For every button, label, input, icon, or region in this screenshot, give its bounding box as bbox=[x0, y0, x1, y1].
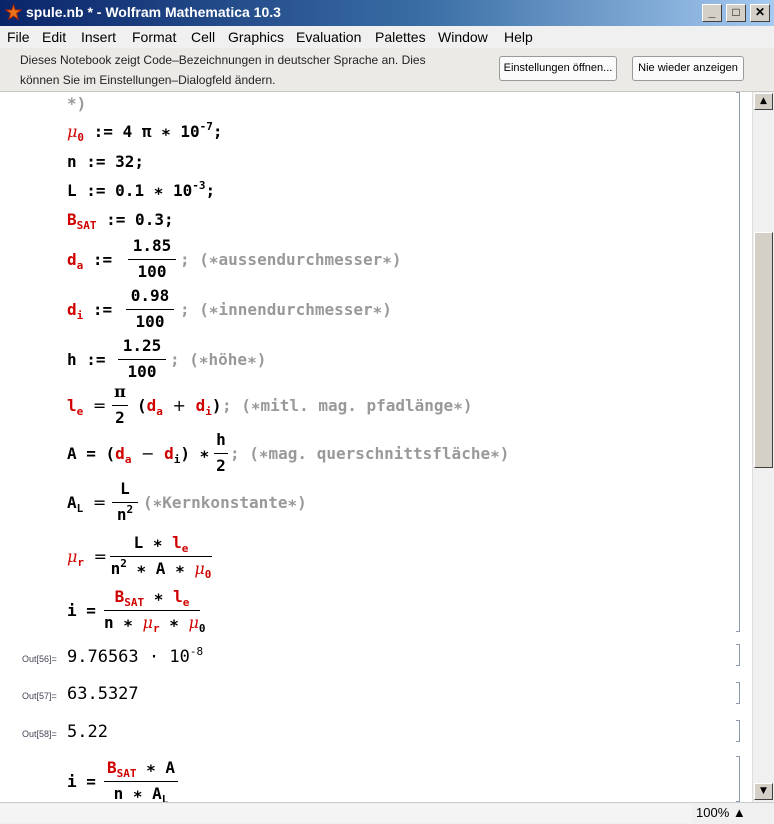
fraction-L-n2: L n2 bbox=[112, 479, 138, 527]
line-da: da := bbox=[67, 250, 113, 272]
input-cell-bracket-2[interactable] bbox=[736, 756, 740, 802]
open-settings-button[interactable]: Einstellungen öffnen... bbox=[499, 56, 617, 81]
line-mur: μr = bbox=[67, 547, 108, 569]
comment-h: ; (∗höhe∗) bbox=[170, 350, 267, 369]
fraction-h: 1.25 100 bbox=[118, 336, 166, 384]
output-cell-bracket-56[interactable] bbox=[736, 644, 740, 666]
title-bar: spule.nb * - Wolfram Mathematica 10.3 _ … bbox=[0, 0, 774, 26]
menu-insert[interactable]: Insert bbox=[81, 29, 116, 45]
fraction-i-2: BSAT ∗ A n ∗ AL bbox=[104, 758, 178, 802]
input-cell-bracket[interactable] bbox=[736, 92, 740, 632]
zoom-dropdown-icon: ▲ bbox=[732, 805, 746, 820]
menu-file[interactable]: File bbox=[7, 29, 30, 45]
line-bsat: BSAT := 0.3; bbox=[67, 210, 174, 232]
line-h: h := bbox=[67, 350, 106, 369]
vertical-scrollbar[interactable]: ▲ ▼ bbox=[752, 92, 774, 802]
output-cell-bracket-58[interactable] bbox=[736, 720, 740, 742]
menu-graphics[interactable]: Graphics bbox=[228, 29, 284, 45]
menu-window[interactable]: Window bbox=[438, 29, 488, 45]
menu-format[interactable]: Format bbox=[132, 29, 176, 45]
line-n: n := 32; bbox=[67, 152, 145, 171]
line-di: di := bbox=[67, 300, 113, 322]
never-show-again-button[interactable]: Nie wieder anzeigen bbox=[632, 56, 744, 81]
menu-evaluation[interactable]: Evaluation bbox=[296, 29, 361, 45]
language-notice-bar: Dieses Notebook zeigt Code–Bezeichnungen… bbox=[0, 48, 774, 92]
comment-AL: (∗Kernkonstante∗) bbox=[143, 493, 307, 512]
scroll-up-button[interactable]: ▲ bbox=[754, 93, 773, 110]
minimize-icon: _ bbox=[708, 5, 716, 19]
line-i: i = bbox=[67, 601, 96, 620]
zoom-level[interactable]: 100% ▲ bbox=[696, 805, 746, 820]
fraction-h-2: h 2 bbox=[214, 430, 228, 478]
scroll-down-button[interactable]: ▼ bbox=[754, 783, 773, 800]
comment-da: ; (∗aussendurchmesser∗) bbox=[180, 250, 402, 269]
out-value-58: 5.22 bbox=[67, 722, 108, 742]
line-A: A = (da − di) ∗ bbox=[67, 444, 210, 466]
fraction-pi-2: π 2 bbox=[112, 382, 128, 430]
maximize-icon: □ bbox=[732, 5, 740, 19]
out-value-57: 63.5327 bbox=[67, 684, 139, 704]
line-L: L := 0.1 ∗ 10-3; bbox=[67, 179, 216, 200]
out-label-58: Out[58]= bbox=[22, 729, 57, 739]
line-AL: AL = bbox=[67, 493, 107, 515]
arrow-up-icon: ▲ bbox=[760, 96, 767, 106]
menu-help[interactable]: Help bbox=[504, 29, 533, 45]
arrow-down-icon: ▼ bbox=[760, 786, 767, 796]
maximize-button[interactable]: □ bbox=[726, 4, 746, 22]
comment-A: ; (∗mag. querschnittsfläche∗) bbox=[230, 444, 510, 463]
comment-di: ; (∗innendurchmesser∗) bbox=[180, 300, 392, 319]
fraction-i: BSAT ∗ le n ∗ μr ∗ μ0 bbox=[104, 587, 206, 635]
fraction-di: 0.98 100 bbox=[126, 286, 174, 334]
line-i-2: i = bbox=[67, 772, 96, 791]
line-le: le = bbox=[67, 396, 107, 418]
minimize-button[interactable]: _ bbox=[702, 4, 722, 22]
out-label-57: Out[57]= bbox=[22, 691, 57, 701]
out-value-56: 9.76563 · 10-8 bbox=[67, 645, 204, 667]
close-button[interactable]: ✕ bbox=[750, 4, 770, 22]
notebook-area[interactable]: *) μ0 := 4 π ∗ 10-7; n := 32; L := 0.1 ∗… bbox=[0, 92, 752, 802]
comment-le: ; (∗mitl. mag. pfadlänge∗) bbox=[222, 396, 473, 415]
close-icon: ✕ bbox=[754, 5, 766, 19]
scroll-thumb[interactable] bbox=[754, 232, 773, 468]
comment-close: *) bbox=[67, 94, 87, 113]
le-sum: (da + di) bbox=[137, 396, 222, 418]
line-mu0: μ0 := 4 π ∗ 10-7; bbox=[67, 120, 223, 144]
mathematica-logo-icon bbox=[5, 4, 22, 21]
menu-palettes[interactable]: Palettes bbox=[375, 29, 426, 45]
output-cell-bracket-57[interactable] bbox=[736, 682, 740, 704]
notice-text-line1: Dieses Notebook zeigt Code–Bezeichnungen… bbox=[20, 53, 426, 67]
menu-cell[interactable]: Cell bbox=[191, 29, 215, 45]
menu-bar: File Edit Insert Format Cell Graphics Ev… bbox=[0, 26, 774, 48]
status-bar: 100% ▲ bbox=[0, 802, 774, 824]
horizontal-scrollbar[interactable] bbox=[0, 804, 692, 823]
fraction-mur: L ∗ le n2 ∗ A ∗ μ0 bbox=[110, 533, 212, 581]
window-title: spule.nb * - Wolfram Mathematica 10.3 bbox=[26, 4, 281, 20]
menu-edit[interactable]: Edit bbox=[42, 29, 66, 45]
notice-text-line2: können Sie im Einstellungen–Dialogfeld ä… bbox=[20, 73, 276, 87]
out-label-56: Out[56]= bbox=[22, 654, 57, 664]
fraction-da: 1.85 100 bbox=[128, 236, 176, 284]
